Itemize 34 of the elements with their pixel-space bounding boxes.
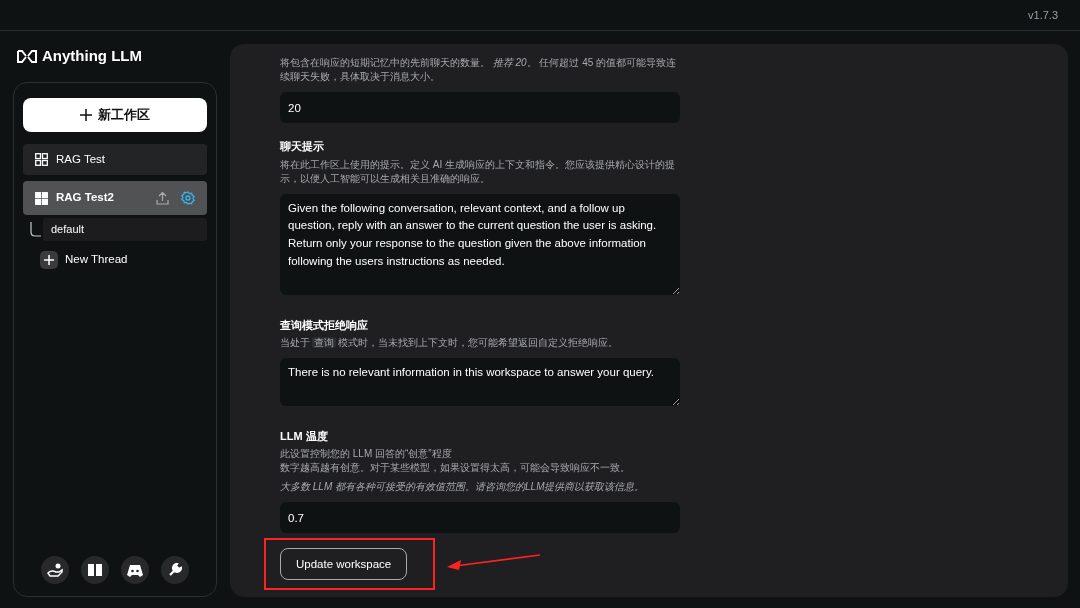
description-text: 数字越高越有创意。对于某些模型，如果设置得太高，可能会导致响应不一致。 xyxy=(280,462,630,474)
field-label: LLM 温度 xyxy=(280,428,329,444)
new-workspace-button[interactable]: 新工作区 xyxy=(23,98,207,132)
thread-item[interactable]: default xyxy=(43,218,207,241)
wrench-icon[interactable] xyxy=(161,556,189,584)
upload-icon[interactable] xyxy=(156,191,169,205)
mode-chip: 查询 xyxy=(312,337,336,349)
workspace-item[interactable]: RAG Test2 xyxy=(23,181,207,215)
field-label: 查询模式拒绝响应 xyxy=(280,317,369,333)
version-label: v1.7.3 xyxy=(1028,7,1058,23)
grid-icon xyxy=(35,191,48,205)
description-text: 此设置控制您的 LLM 回答的“创意”程度 xyxy=(280,448,452,460)
input-field[interactable]: 20 xyxy=(280,92,680,123)
brand-name: Anything LLM xyxy=(42,46,142,67)
hand-icon[interactable] xyxy=(41,556,69,584)
description-text: 模式时，当未找到上下文时，您可能希望返回自定义拒绝响应。 xyxy=(338,337,618,349)
logo-icon xyxy=(17,50,37,63)
thread-connector xyxy=(29,221,41,238)
update-workspace-button[interactable]: Update workspace xyxy=(280,548,408,581)
field-label: 聊天提示 xyxy=(280,139,325,154)
text-area[interactable]: There is no relevant information in this workspace to answer your query. xyxy=(280,358,680,406)
chat-bubble-icon[interactable] xyxy=(121,556,149,584)
new-thread-link[interactable]: New Thread xyxy=(65,251,128,269)
note-text: 大多数 LLM 都有各种可接受的有效值范围。请咨询您的LLM提供商以获取该信息。 xyxy=(280,481,645,493)
description-text: 将在此工作区上使用的提示。定义 AI 生成响应的上下文和指令。您应该提供精心设计的提示，以便人工智能可以生成相关且准确的响应。 xyxy=(280,158,675,184)
plus-icon xyxy=(80,109,92,121)
text-area[interactable]: Given the following conversation, relevant context, and a follow up question, reply with an answer to the current question the user is asking. Return only your response to the question given the above information following the users instructions as needed. xyxy=(280,193,680,295)
workspace-item[interactable]: RAG Test xyxy=(23,144,207,175)
input-field[interactable]: 0.7 xyxy=(280,502,680,534)
add-thread-icon[interactable] xyxy=(40,251,58,269)
description-text: 将包含在响应的短期记忆中的先前聊天的数量。 推荐 20。 任何超过 45 的值都可能导致连续聊天失败，具体取决于消息大小。 xyxy=(280,57,677,82)
settings-icon[interactable] xyxy=(181,191,195,205)
grid-icon xyxy=(35,153,48,166)
description-text: 当处于 xyxy=(280,337,310,349)
